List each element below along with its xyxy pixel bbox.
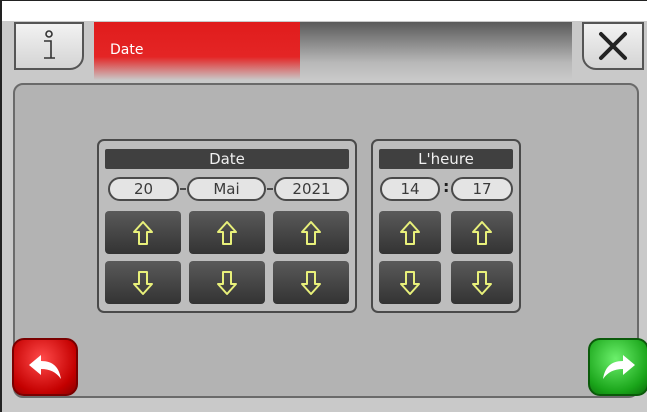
arrow-down-icon [400,270,420,295]
month-value[interactable]: Mai [187,177,266,201]
next-arrow-icon [602,355,635,379]
close-icon [599,32,627,60]
info-icon [44,30,55,59]
page-title: Date [110,42,144,58]
date-group: Date 20 Mai 2021 [97,139,357,313]
time-group-label: L'heure [379,149,513,169]
year-increment-button[interactable] [273,211,349,254]
arrow-down-icon [301,270,321,295]
arrow-up-icon [400,220,420,245]
month-decrement-button[interactable] [189,261,265,304]
next-button[interactable] [588,338,647,396]
time-group: L'heure 14 : 17 [371,139,521,313]
month-increment-button[interactable] [189,211,265,254]
arrow-down-icon [217,270,237,295]
close-button[interactable] [582,22,644,70]
arrow-up-icon [472,220,492,245]
date-group-label: Date [105,149,349,169]
arrow-down-icon [472,270,492,295]
title-bar: Date [94,22,572,80]
info-button[interactable] [14,22,84,70]
day-increment-button[interactable] [105,211,181,254]
top-strip [2,1,647,21]
day-value[interactable]: 20 [108,177,179,201]
hour-decrement-button[interactable] [379,261,441,304]
time-separator: : [443,177,450,196]
day-decrement-button[interactable] [105,261,181,304]
arrow-up-icon [217,220,237,245]
arrow-down-icon [133,270,153,295]
arrow-up-icon [133,220,153,245]
hour-increment-button[interactable] [379,211,441,254]
arrow-up-icon [301,220,321,245]
hour-value[interactable]: 14 [380,177,440,201]
year-decrement-button[interactable] [273,261,349,304]
date-separator [180,188,186,190]
minute-decrement-button[interactable] [451,261,513,304]
date-separator [267,188,273,190]
back-arrow-icon [29,355,61,379]
minute-value[interactable]: 17 [451,177,513,201]
year-value[interactable]: 2021 [274,177,349,201]
screen: Date Date 20 Mai 2021 L'heure 14: 17 [0,0,647,412]
back-button[interactable] [12,338,78,396]
minute-increment-button[interactable] [451,211,513,254]
